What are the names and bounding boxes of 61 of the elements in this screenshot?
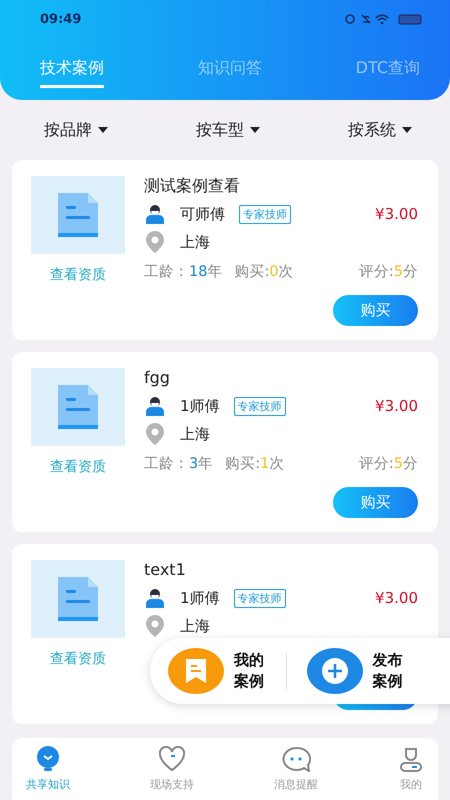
tab[interactable]: 技术案例 — [40, 58, 104, 88]
person-icon — [146, 204, 164, 224]
case-card[interactable]: 查看资质 测试案例查看 可师傅 专家技师 ¥3.00 上海 工龄：18年 购买:0次 评分:5分 购买 — [12, 160, 438, 340]
bookmark-icon — [168, 648, 224, 694]
work-years: 工龄：18年 — [144, 262, 222, 280]
city: 上海 — [180, 616, 210, 636]
view-credentials-link[interactable]: 查看资质 — [50, 458, 106, 476]
filter-dropdown[interactable]: 按系统 — [348, 120, 412, 140]
document-icon — [56, 193, 100, 237]
case-title: text1 — [144, 560, 187, 581]
user-icon — [398, 746, 424, 772]
price: ¥3.00 — [375, 397, 418, 415]
view-credentials-link[interactable]: 查看资质 — [50, 266, 106, 284]
person-icon — [146, 396, 164, 416]
nav-item[interactable]: 消息提醒 — [274, 738, 318, 800]
location-pin-icon — [146, 231, 164, 253]
price: ¥3.00 — [375, 589, 418, 607]
caret-icon — [98, 127, 108, 133]
caret-icon — [250, 127, 260, 133]
buy-button[interactable]: 购买 — [333, 487, 418, 518]
purchase-count: 购买:1次 — [225, 454, 284, 472]
price: ¥3.00 — [375, 205, 418, 223]
battery-icon — [398, 14, 422, 24]
floating-action[interactable]: 发布案例 — [306, 648, 404, 694]
status-time: 09:49 — [40, 12, 82, 26]
document-icon — [56, 577, 100, 621]
view-credentials-link[interactable]: 查看资质 — [50, 650, 106, 668]
filter-dropdown[interactable]: 按品牌 — [44, 120, 108, 140]
case-card[interactable]: 查看资质 fgg 1师傅 专家技师 ¥3.00 上海 工龄：3年 购买:1次 评分:5分 购买 — [12, 352, 438, 532]
technician-name: 可师傅 — [180, 204, 225, 224]
case-title: 测试案例查看 — [144, 176, 241, 197]
city: 上海 — [180, 424, 210, 444]
floating-action[interactable]: 我的案例 — [168, 648, 266, 694]
expert-tag: 专家技师 — [234, 396, 286, 416]
tab[interactable]: DTC查询 — [356, 58, 420, 88]
purchase-count: 购买:0次 — [234, 262, 294, 280]
location-pin-icon — [146, 615, 164, 637]
heart-icon — [158, 746, 186, 772]
buy-button[interactable]: 购买 — [333, 295, 418, 326]
case-title: fgg — [144, 368, 171, 389]
nav-item[interactable]: 我的 — [398, 738, 424, 800]
work-years: 工龄：3年 — [144, 454, 214, 472]
city: 上海 — [180, 232, 210, 252]
person-icon — [146, 588, 164, 608]
rating: 评分:5分 — [358, 454, 418, 472]
tab[interactable]: 知识问答 — [198, 58, 262, 88]
rating: 评分:5分 — [358, 262, 418, 280]
nav-item[interactable]: 现场支持 — [150, 738, 194, 800]
location-pin-icon — [146, 423, 164, 445]
expert-tag: 专家技师 — [239, 204, 291, 224]
technician-name: 1师傅 — [180, 396, 220, 416]
expert-tag: 专家技师 — [234, 588, 286, 608]
filter-dropdown[interactable]: 按车型 — [196, 120, 260, 140]
caret-icon — [402, 127, 412, 133]
document-icon — [56, 385, 100, 429]
nav-item[interactable]: 共享知识 — [26, 738, 70, 800]
technician-name: 1师傅 — [180, 588, 220, 608]
bulb-icon — [35, 746, 61, 772]
chat-bubble-icon — [281, 746, 311, 772]
wifi-icon — [375, 14, 389, 24]
add-icon — [306, 648, 362, 694]
